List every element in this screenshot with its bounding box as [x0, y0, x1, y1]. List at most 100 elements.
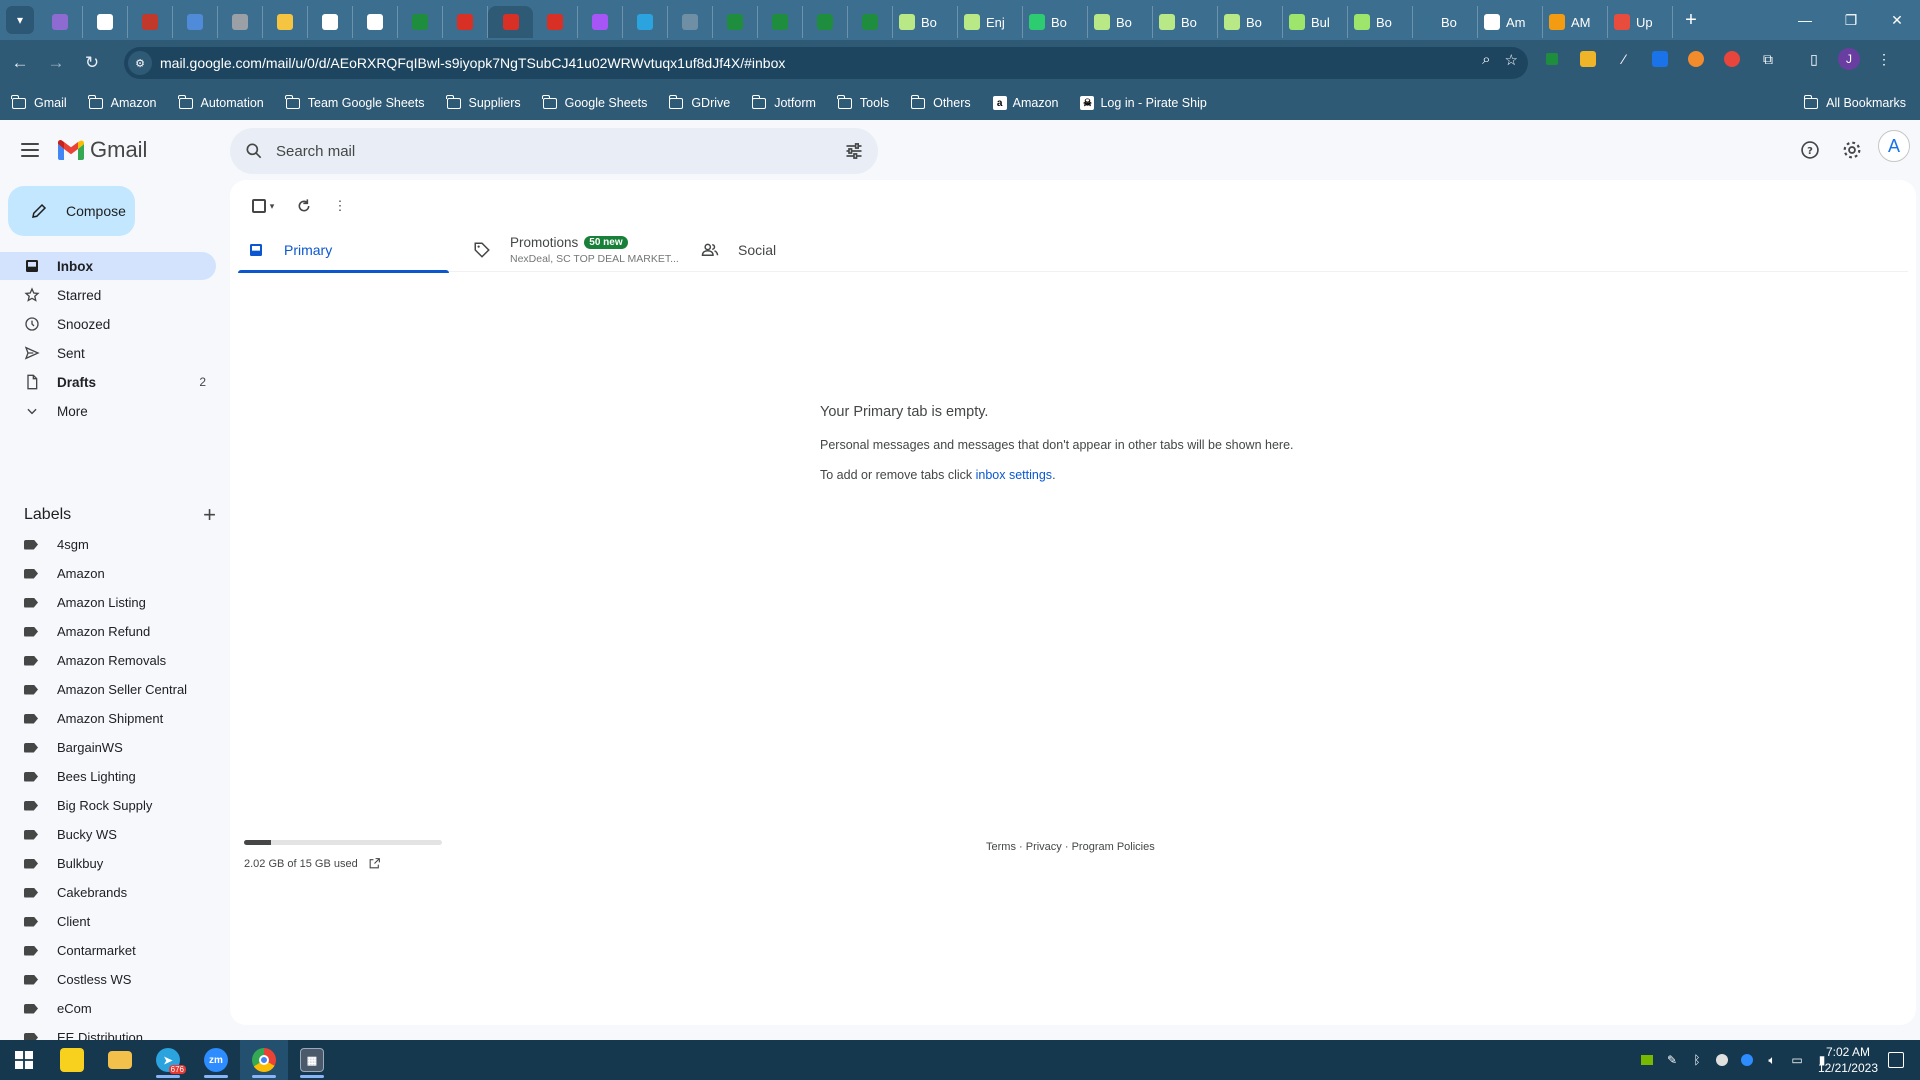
label-item[interactable]: Bulkbuy [0, 849, 216, 878]
volume-icon[interactable]: 🔈︎ [1764, 1052, 1780, 1068]
side-panel-icon[interactable]: ▯ [1802, 47, 1826, 71]
label-item[interactable]: EE Distribution [0, 1023, 216, 1040]
browser-tab[interactable] [488, 6, 533, 38]
label-item[interactable]: Bees Lighting [0, 762, 216, 791]
taskbar-file-explorer[interactable] [96, 1040, 144, 1080]
bookmark-item[interactable]: Suppliers [445, 94, 521, 110]
new-tab-button[interactable]: + [1677, 6, 1705, 34]
close-window-button[interactable]: ✕ [1874, 0, 1920, 40]
all-bookmarks-button[interactable]: All Bookmarks [1803, 86, 1906, 120]
extension-flame-icon[interactable] [1720, 47, 1744, 71]
forward-button[interactable]: → [40, 47, 72, 79]
browser-tab[interactable] [848, 6, 893, 38]
browser-tab[interactable]: AM [1543, 6, 1608, 38]
browser-tab[interactable]: Bo [1153, 6, 1218, 38]
bookmark-item[interactable]: Jotform [751, 94, 816, 110]
notification-center-icon[interactable] [1888, 1052, 1904, 1068]
browser-tab[interactable]: Bo [1088, 6, 1153, 38]
bookmark-item[interactable]: Tools [837, 94, 889, 110]
external-link-icon[interactable] [368, 857, 381, 870]
nvidia-icon[interactable] [1639, 1052, 1655, 1068]
tab-search-button[interactable]: ▾ [6, 6, 34, 34]
taskbar-calculator[interactable]: ▦ [288, 1040, 336, 1080]
program-policies-link[interactable]: Program Policies [1072, 841, 1155, 853]
compose-button[interactable]: Compose [8, 186, 135, 236]
bookmark-item[interactable]: Google Sheets [542, 94, 647, 110]
browser-tab[interactable] [668, 6, 713, 38]
sidebar-item-more[interactable]: More [0, 397, 216, 425]
main-menu-icon[interactable] [18, 138, 42, 162]
label-item[interactable]: Amazon Seller Central [0, 675, 216, 704]
tab-primary[interactable]: Primary [238, 228, 449, 273]
system-clock[interactable]: 7:02 AM 12/21/2023 [1818, 1044, 1878, 1076]
label-item[interactable]: Bucky WS [0, 820, 216, 849]
extensions-puzzle-icon[interactable]: ⧉ [1756, 47, 1780, 71]
refresh-icon[interactable] [292, 194, 316, 218]
browser-tab[interactable]: Up [1608, 6, 1673, 38]
label-item[interactable]: Amazon Removals [0, 646, 216, 675]
taskbar-chrome[interactable] [240, 1040, 288, 1080]
browser-tab[interactable] [173, 6, 218, 38]
bookmark-item[interactable]: a Amazon [992, 96, 1058, 110]
tab-promotions[interactable]: Promotions 50 new NexDeal, SC TOP DEAL M… [472, 228, 679, 272]
label-item[interactable]: Client [0, 907, 216, 936]
bookmark-item[interactable]: Automation [177, 94, 264, 110]
minimize-button[interactable]: — [1782, 0, 1828, 40]
browser-tab[interactable] [758, 6, 803, 38]
browser-tab[interactable] [308, 6, 353, 38]
label-item[interactable]: Big Rock Supply [0, 791, 216, 820]
network-icon[interactable]: ▭ [1789, 1052, 1805, 1068]
browser-tab[interactable] [263, 6, 308, 38]
taskbar-telegram[interactable]: ➤ 676 [144, 1040, 192, 1080]
restore-button[interactable]: ❐ [1828, 0, 1874, 40]
terms-link[interactable]: Terms [986, 841, 1016, 853]
browser-tab[interactable]: Bo [1218, 6, 1283, 38]
label-item[interactable]: Costless WS [0, 965, 216, 994]
browser-tab[interactable] [443, 6, 488, 38]
browser-tab[interactable] [623, 6, 668, 38]
sidebar-item-starred[interactable]: Starred [0, 281, 216, 309]
browser-tab[interactable]: Bul [1283, 6, 1348, 38]
zoom-tray-icon[interactable] [1739, 1052, 1755, 1068]
browser-tab[interactable] [218, 6, 263, 38]
account-avatar[interactable]: A [1878, 130, 1910, 162]
reload-button[interactable]: ↻ [76, 47, 108, 79]
browser-profile-avatar[interactable]: J [1838, 48, 1860, 70]
bookmark-item[interactable]: Gmail [11, 94, 67, 110]
back-button[interactable]: ← [4, 47, 36, 79]
browser-tab[interactable] [353, 6, 398, 38]
zoom-search-icon[interactable]: ⌕ [1482, 51, 1490, 69]
bookmark-item[interactable]: GDrive [668, 94, 730, 110]
bookmark-item[interactable]: Amazon [88, 94, 157, 110]
browser-tab[interactable] [533, 6, 578, 38]
select-dropdown-icon[interactable]: ▾ [270, 201, 275, 212]
browser-tab[interactable]: Bo [1348, 6, 1413, 38]
search-input[interactable] [276, 142, 816, 160]
bookmark-item[interactable]: Others [910, 94, 971, 110]
label-item[interactable]: eCom [0, 994, 216, 1023]
label-item[interactable]: Amazon Listing [0, 588, 216, 617]
label-item[interactable]: Amazon [0, 559, 216, 588]
tab-social[interactable]: Social [700, 228, 776, 272]
settings-gear-icon[interactable] [1838, 136, 1866, 164]
browser-tab[interactable]: Bo [1023, 6, 1088, 38]
inbox-settings-link[interactable]: inbox settings [976, 468, 1052, 482]
label-item[interactable]: Cakebrands [0, 878, 216, 907]
sidebar-item-snoozed[interactable]: Snoozed [0, 310, 216, 338]
pen-icon[interactable]: ✎ [1664, 1052, 1680, 1068]
add-label-icon[interactable]: + [203, 504, 216, 526]
browser-tab[interactable] [578, 6, 623, 38]
extension-crown-icon[interactable] [1576, 47, 1600, 71]
bluetooth-icon[interactable]: ᛒ [1689, 1052, 1705, 1068]
label-item[interactable]: Amazon Refund [0, 617, 216, 646]
extension-slash-icon[interactable]: ⁄ [1612, 47, 1636, 71]
search-options-icon[interactable] [844, 141, 864, 161]
search-icon[interactable] [244, 141, 264, 161]
label-item[interactable]: BargainWS [0, 733, 216, 762]
help-icon[interactable]: ? [1796, 136, 1824, 164]
browser-menu-icon[interactable]: ⋮ [1872, 47, 1896, 71]
browser-tab[interactable] [83, 6, 128, 38]
sidebar-item-inbox[interactable]: Inbox [0, 252, 216, 280]
bookmark-item[interactable]: ☠ Log in - Pirate Ship [1080, 96, 1207, 110]
browser-tab[interactable]: Bo [1413, 6, 1478, 38]
